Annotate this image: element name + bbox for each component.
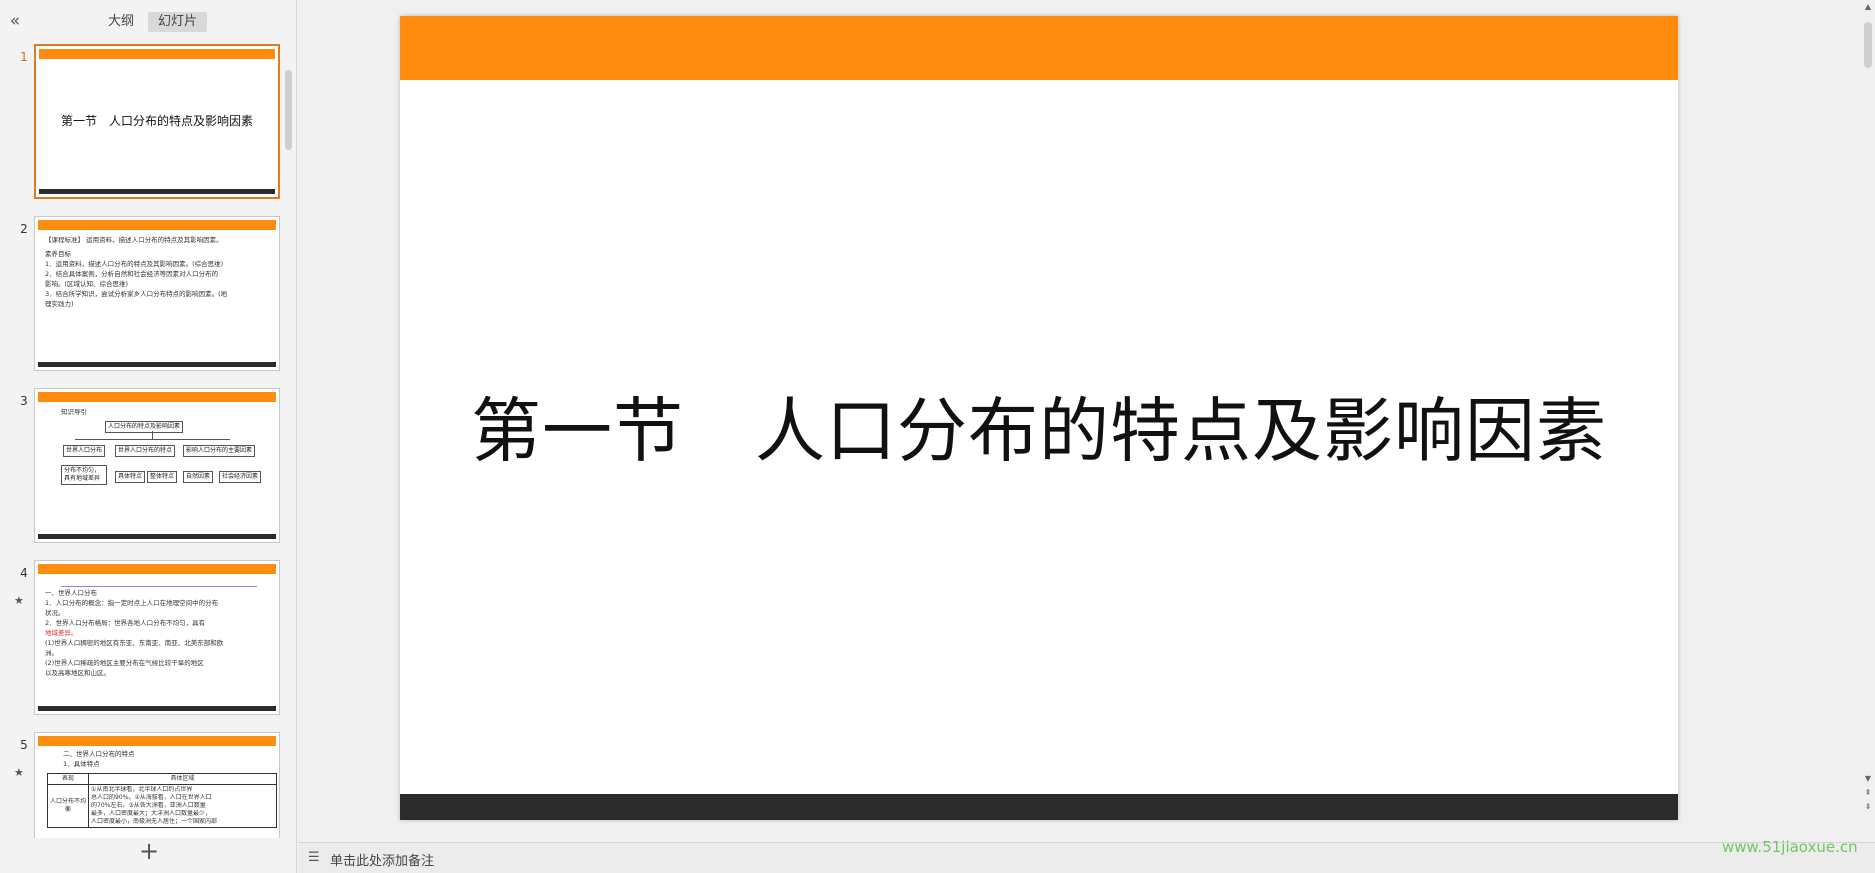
thumb-footer-bar [38, 706, 276, 711]
current-slide[interactable]: 第一节 人口分布的特点及影响因素 [400, 16, 1678, 820]
diagram-level2-box: 社会经济因素 [219, 471, 262, 483]
table-cell-line: 总人口的90%。②从海拔看，人口在世界人口 [91, 794, 212, 801]
scroll-up-icon[interactable]: ▲ [1862, 2, 1874, 12]
thumb-footer-bar [39, 189, 275, 194]
slide-number: 4 [20, 566, 28, 580]
next-slide-icon[interactable]: ⇟ [1862, 802, 1874, 812]
thumb-line: 素养目标 [45, 250, 71, 258]
thumb-body-text: 一、世界人口分布 1．人口分布的概念：指一定时点上人口在地理空间中的分布 状况。… [45, 588, 273, 678]
thumb-header-bar [38, 564, 276, 574]
slide-footer-bar [400, 794, 1678, 820]
thumb-header-bar [38, 220, 276, 230]
watermark-text: www.51jiaoxue.cn [1722, 838, 1858, 856]
thumb-divider [61, 586, 257, 587]
thumb-table: 表现 具体区域 人口分布不均衡 ①从南北半球看，北半球人口约占世界 总人口的90… [47, 773, 277, 828]
scrollbar-thumb[interactable] [1864, 22, 1872, 68]
thumb-footer-bar [38, 534, 276, 539]
thumb-line: 理实践力) [45, 300, 74, 308]
table-cell-line: 的70%左右。③从各大洲看，亚洲人口数量 [91, 802, 206, 809]
slide-panel: « 大纲 幻灯片 1 第一节 人口分布的特点及影响因素 2 【课程标准】 运用资… [0, 0, 297, 873]
thumb-header-bar [38, 736, 276, 746]
slide-number: 1 [20, 50, 28, 64]
notes-placeholder[interactable]: 单击此处添加备注 [330, 850, 434, 869]
scroll-down-icon[interactable]: ▼ [1862, 774, 1874, 784]
thumb-line: 【课程标准】 运用资料，描述人口分布的特点及其影响因素。 [45, 236, 223, 244]
thumb-heading: 知识导引 [61, 408, 87, 416]
thumb-footer-bar [38, 362, 276, 367]
thumbnail-scrollbar[interactable] [285, 70, 292, 150]
thumb-line: 以及高寒地区和山区。 [45, 669, 110, 677]
thumb-line: 3．结合所学知识，尝试分析家乡人口分布特点的影响因素。(地 [45, 290, 228, 298]
diagram-level1-box: 世界人口分布 [63, 445, 106, 457]
thumb-line: 1．具体特点 [63, 760, 100, 768]
diagram-level2-box: 自然因素 [183, 471, 214, 483]
thumb-body-text: 【课程标准】 运用资料，描述人口分布的特点及其影响因素。 素养目标 1．运用资料… [45, 235, 273, 309]
tab-slides[interactable]: 幻灯片 [148, 12, 208, 32]
slide-thumbnail-4[interactable]: 一、世界人口分布 1．人口分布的概念：指一定时点上人口在地理空间中的分布 状况。… [34, 560, 280, 715]
slide-number: 2 [20, 222, 28, 236]
slide-thumbnail-1[interactable]: 第一节 人口分布的特点及影响因素 [34, 44, 280, 199]
notes-icon: ☰ [308, 850, 320, 865]
slide-thumbnail-5[interactable]: 二、世界人口分布的特点 1．具体特点 表现 具体区域 人口分布不均衡 ①从南北半… [34, 732, 280, 838]
thumb-line: 地域差异。 [45, 629, 78, 637]
thumb-line: 影响。(区域认知、综合思维) [45, 280, 129, 288]
notes-bar: ☰ 单击此处添加备注 [298, 842, 1875, 873]
table-cell: ①从南北半球看，北半球人口约占世界 总人口的90%。②从海拔看，人口在世界人口 … [88, 784, 277, 828]
thumb-line: 2．结合具体案例，分析自然和社会经济等因素对人口分布的 [45, 270, 219, 278]
thumbnail-row-2: 2 【课程标准】 运用资料，描述人口分布的特点及其影响因素。 素养目标 1．运用… [0, 216, 290, 376]
table-cell-line: 人口密度最小，南极洲无人居住；一个国家内部 [91, 818, 218, 825]
thumb-line: 一、世界人口分布 [45, 589, 97, 597]
table-cell-line: 最多，人口密度最大；大洋洲人口数量最少， [91, 810, 212, 817]
thumbnail-row-4: 4 ★ 一、世界人口分布 1．人口分布的概念：指一定时点上人口在地理空间中的分布… [0, 560, 290, 720]
diagram-root-box: 人口分布的特点及影响因素 [105, 421, 184, 433]
thumb-line: 2．世界人口分布格局：世界各地人口分布不均匀，具有 [45, 619, 206, 627]
thumbnail-row-5: 5 ★ 二、世界人口分布的特点 1．具体特点 表现 具体区域 人口分布不均衡 ①… [0, 732, 290, 838]
thumbnail-row-3: 3 知识导引 人口分布的特点及影响因素 世界人口分布 世界人口分布的特点 影响人… [0, 388, 290, 548]
slide-header-bar [400, 16, 1678, 80]
diagram-connector [152, 431, 153, 439]
slide-thumbnail-3[interactable]: 知识导引 人口分布的特点及影响因素 世界人口分布 世界人口分布的特点 影响人口分… [34, 388, 280, 543]
diagram-level1-box: 世界人口分布的特点 [115, 445, 176, 457]
thumb-line: 1．运用资料，描述人口分布的特点及其影响因素。(综合思维) [45, 260, 224, 268]
collapse-panel-icon[interactable]: « [6, 12, 24, 30]
tab-outline[interactable]: 大纲 [98, 12, 144, 32]
diagram-level2-box: 具体特点 [115, 471, 146, 483]
add-slide-icon[interactable]: + [138, 839, 160, 863]
diagram-level2-box: 分布不均匀，具有地域差异 [61, 465, 107, 485]
view-tabs: 大纲 幻灯片 [98, 12, 208, 32]
thumb-header-bar [38, 392, 276, 402]
table-header-cell: 表现 [47, 773, 89, 785]
diagram-level1-box: 影响人口分布的主要因素 [183, 445, 256, 457]
table-header-cell: 具体区域 [88, 773, 277, 785]
editor-scrollbar[interactable]: ▲ ▼ ⇞ ⇟ [1860, 0, 1875, 842]
table-cell-line: ①从南北半球看，北半球人口约占世界 [91, 786, 193, 793]
slide-editor: 第一节 人口分布的特点及影响因素 [298, 0, 1858, 842]
slide-number: 3 [20, 394, 28, 408]
slide-thumbnail-list: 1 第一节 人口分布的特点及影响因素 2 【课程标准】 运用资料，描述人口分布的… [0, 38, 290, 838]
thumbnail-row-1: 1 第一节 人口分布的特点及影响因素 [0, 44, 290, 204]
thumb-line: 洲。 [45, 649, 58, 657]
prev-slide-icon[interactable]: ⇞ [1862, 788, 1874, 798]
thumb-title: 第一节 人口分布的特点及影响因素 [60, 114, 253, 128]
animation-star-icon: ★ [14, 766, 24, 779]
thumb-body-text: 二、世界人口分布的特点 1．具体特点 [63, 749, 273, 769]
slide-title[interactable]: 第一节 人口分布的特点及影响因素 [400, 386, 1678, 476]
thumb-line: 二、世界人口分布的特点 [63, 750, 135, 758]
thumb-line: 状况。 [45, 609, 65, 617]
thumb-line: 1．人口分布的概念：指一定时点上人口在地理空间中的分布 [45, 599, 219, 607]
table-row-label: 人口分布不均衡 [47, 784, 89, 828]
animation-star-icon: ★ [14, 594, 24, 607]
thumb-line: (1)世界人口稠密的地区有东亚、东南亚、南亚、北美东部和欧 [45, 639, 224, 647]
diagram-level2-box: 整体特点 [147, 471, 178, 483]
thumb-header-bar [39, 49, 275, 59]
diagram-connector [75, 439, 230, 440]
slide-number: 5 [20, 738, 28, 752]
slide-thumbnail-2[interactable]: 【课程标准】 运用资料，描述人口分布的特点及其影响因素。 素养目标 1．运用资料… [34, 216, 280, 371]
thumb-line: (2)世界人口稀疏的地区主要分布在气候比较干旱的地区 [45, 659, 204, 667]
